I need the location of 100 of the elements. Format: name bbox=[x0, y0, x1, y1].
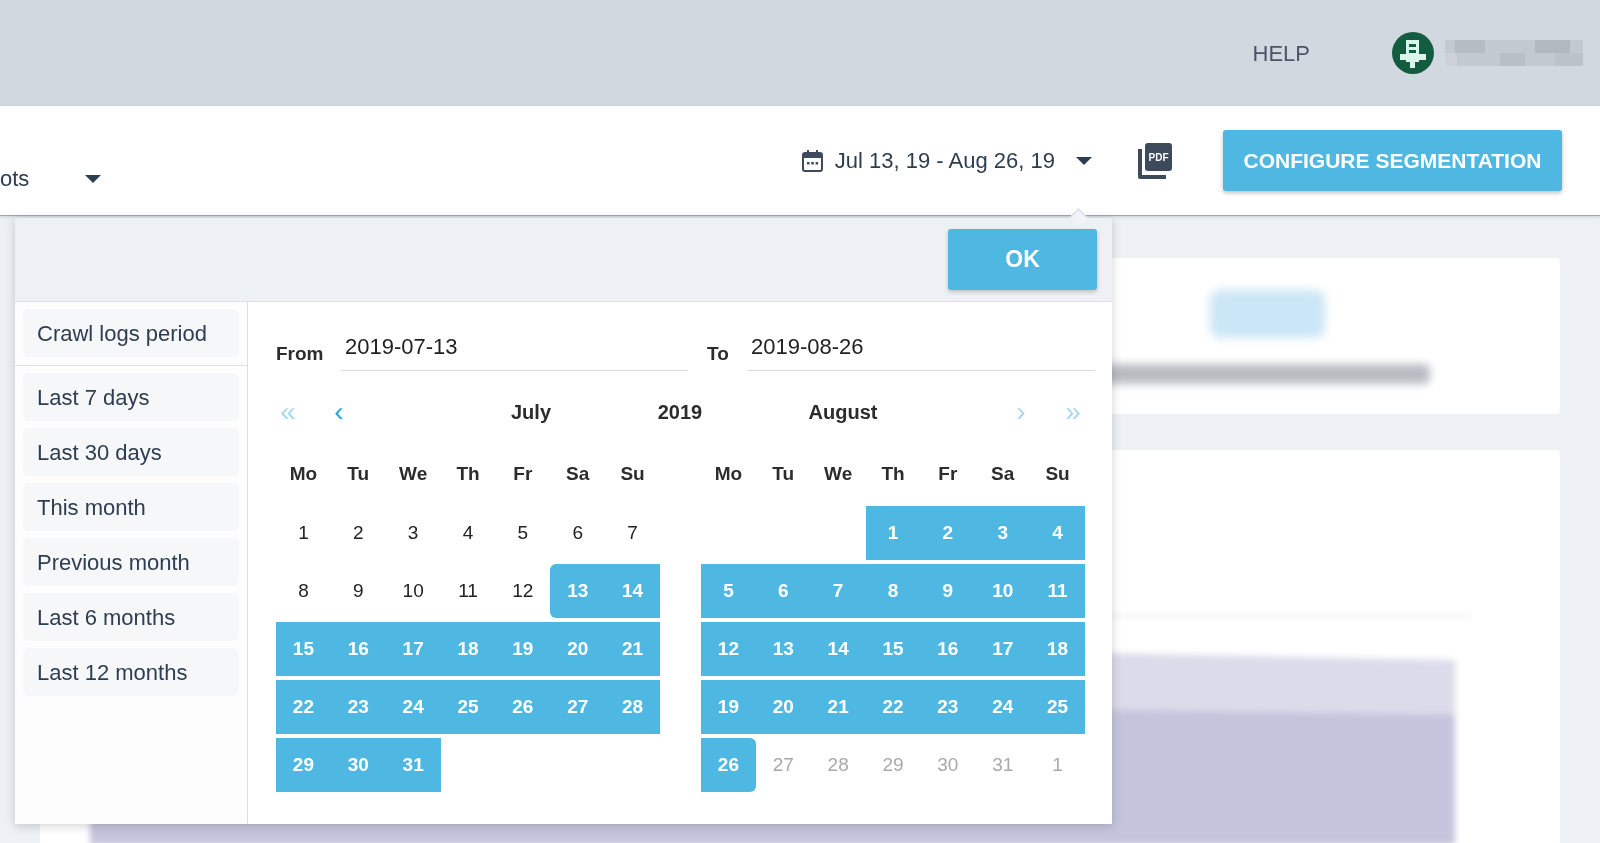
calendar-day[interactable]: 9 bbox=[330, 564, 386, 618]
calendar-day[interactable]: 20 bbox=[755, 680, 811, 734]
calendar-day[interactable]: 7 bbox=[605, 506, 660, 560]
to-label: To bbox=[707, 342, 730, 367]
calendar-day[interactable]: 16 bbox=[920, 622, 976, 676]
weekday-label: Sa bbox=[565, 461, 591, 486]
weekday-label: We bbox=[823, 461, 854, 486]
from-date-field[interactable]: 2019-07-13 bbox=[341, 330, 688, 371]
view-select[interactable]: ots bbox=[0, 162, 104, 195]
avatar-logo-icon[interactable] bbox=[1392, 32, 1434, 74]
calendar-day[interactable]: 5 bbox=[701, 564, 756, 618]
preset-range-item[interactable]: Last 30 days bbox=[23, 428, 239, 476]
calendar-day[interactable]: 14 bbox=[605, 564, 660, 618]
calendar-day[interactable]: 24 bbox=[975, 680, 1031, 734]
year-title: 2019 bbox=[656, 400, 704, 425]
calendar-day[interactable]: 8 bbox=[865, 564, 921, 618]
calendar-day[interactable]: 11 bbox=[1030, 564, 1085, 618]
calendar-day[interactable]: 26 bbox=[495, 680, 551, 734]
calendar-day[interactable]: 19 bbox=[701, 680, 756, 734]
to-date-field[interactable]: 2019-08-26 bbox=[747, 330, 1095, 371]
calendar-day[interactable]: 24 bbox=[385, 680, 441, 734]
weekday-label: Tu bbox=[771, 461, 796, 486]
calendar-day[interactable]: 14 bbox=[810, 622, 866, 676]
weekday-label: Sa bbox=[990, 461, 1016, 486]
calendar-day[interactable]: 27 bbox=[550, 680, 606, 734]
calendar-day[interactable]: 10 bbox=[385, 564, 441, 618]
weekday-label: Su bbox=[1044, 461, 1071, 486]
calendar-day[interactable]: 6 bbox=[550, 506, 606, 560]
ok-button[interactable]: OK bbox=[948, 229, 1097, 290]
caret-down-icon bbox=[1076, 156, 1092, 165]
calendar-day[interactable]: 17 bbox=[975, 622, 1031, 676]
calendar-day[interactable]: 1 bbox=[865, 506, 921, 560]
calendar-day[interactable]: 15 bbox=[865, 622, 921, 676]
calendar-day[interactable]: 28 bbox=[605, 680, 660, 734]
calendar-icon bbox=[801, 149, 823, 172]
preset-range-item[interactable]: This month bbox=[23, 483, 239, 531]
date-range-button[interactable]: Jul 13, 19 - Aug 26, 19 bbox=[801, 144, 1092, 177]
weekday-label: Th bbox=[880, 461, 906, 486]
calendar-day[interactable]: 21 bbox=[605, 622, 660, 676]
calendar-day[interactable]: 4 bbox=[1030, 506, 1085, 560]
configure-segmentation-button[interactable]: CONFIGURE SEGMENTATION bbox=[1223, 130, 1562, 191]
calendar-day[interactable]: 13 bbox=[755, 622, 811, 676]
calendar-day[interactable]: 17 bbox=[385, 622, 441, 676]
weekday-label: Fr bbox=[937, 461, 959, 486]
preset-range-item[interactable]: Crawl logs period bbox=[23, 309, 239, 357]
calendar-day[interactable]: 21 bbox=[810, 680, 866, 734]
calendar-day[interactable]: 23 bbox=[920, 680, 976, 734]
from-label: From bbox=[276, 342, 325, 367]
calendar-day[interactable]: 26 bbox=[701, 738, 756, 792]
calendar-day: 29 bbox=[865, 738, 921, 792]
calendar-day[interactable]: 16 bbox=[330, 622, 386, 676]
calendar-day[interactable]: 18 bbox=[440, 622, 496, 676]
weekday-label: Tu bbox=[346, 461, 371, 486]
calendar-day[interactable]: 12 bbox=[701, 622, 756, 676]
calendar-day[interactable]: 18 bbox=[1030, 622, 1085, 676]
calendar-day[interactable]: 2 bbox=[920, 506, 976, 560]
calendar-day[interactable]: 15 bbox=[276, 622, 331, 676]
calendar-day[interactable]: 5 bbox=[495, 506, 551, 560]
weekday-label: We bbox=[398, 461, 429, 486]
calendar-day[interactable]: 11 bbox=[440, 564, 496, 618]
calendar-day[interactable]: 9 bbox=[920, 564, 976, 618]
preset-range-item[interactable]: Last 12 months bbox=[23, 648, 239, 696]
weekday-label: Su bbox=[619, 461, 646, 486]
calendar-day[interactable]: 4 bbox=[440, 506, 496, 560]
calendar-day[interactable]: 2 bbox=[330, 506, 386, 560]
weekday-label: Th bbox=[455, 461, 481, 486]
calendar-day[interactable]: 12 bbox=[495, 564, 551, 618]
preset-range-item[interactable]: Last 7 days bbox=[23, 373, 239, 421]
calendar-day[interactable]: 8 bbox=[276, 564, 331, 618]
calendar-day[interactable]: 22 bbox=[865, 680, 921, 734]
weekday-label: Fr bbox=[512, 461, 534, 486]
calendar-day[interactable]: 25 bbox=[440, 680, 496, 734]
calendar-day[interactable]: 25 bbox=[1030, 680, 1085, 734]
caret-down-icon bbox=[85, 174, 101, 183]
calendar-day[interactable]: 29 bbox=[276, 738, 331, 792]
weekday-label: Mo bbox=[288, 461, 319, 486]
preset-range-item[interactable]: Last 6 months bbox=[23, 593, 239, 641]
help-link[interactable]: HELP bbox=[1252, 36, 1310, 70]
calendar-day: 27 bbox=[755, 738, 811, 792]
calendar-day: 31 bbox=[975, 738, 1031, 792]
month-title: August bbox=[807, 400, 879, 425]
calendar-day[interactable]: 20 bbox=[550, 622, 606, 676]
month-title: July bbox=[510, 400, 552, 425]
calendar-day[interactable]: 3 bbox=[975, 506, 1031, 560]
calendar-day[interactable]: 6 bbox=[755, 564, 811, 618]
calendar-day[interactable]: 7 bbox=[810, 564, 866, 618]
preset-range-item[interactable]: Previous month bbox=[23, 538, 239, 586]
calendar-day: 28 bbox=[810, 738, 866, 792]
calendar-day[interactable]: 10 bbox=[975, 564, 1031, 618]
calendar-day[interactable]: 1 bbox=[276, 506, 331, 560]
calendar-day[interactable]: 13 bbox=[550, 564, 606, 618]
calendar-day[interactable]: 31 bbox=[385, 738, 441, 792]
calendar-day[interactable]: 19 bbox=[495, 622, 551, 676]
calendar-nav-button[interactable]: ‹ bbox=[330, 398, 348, 426]
calendar-day[interactable]: 23 bbox=[330, 680, 386, 734]
calendar-day[interactable]: 30 bbox=[330, 738, 386, 792]
calendar-day[interactable]: 3 bbox=[385, 506, 441, 560]
calendar-day[interactable]: 22 bbox=[276, 680, 331, 734]
calendar-day: 1 bbox=[1030, 738, 1085, 792]
weekday-label: Mo bbox=[713, 461, 744, 486]
